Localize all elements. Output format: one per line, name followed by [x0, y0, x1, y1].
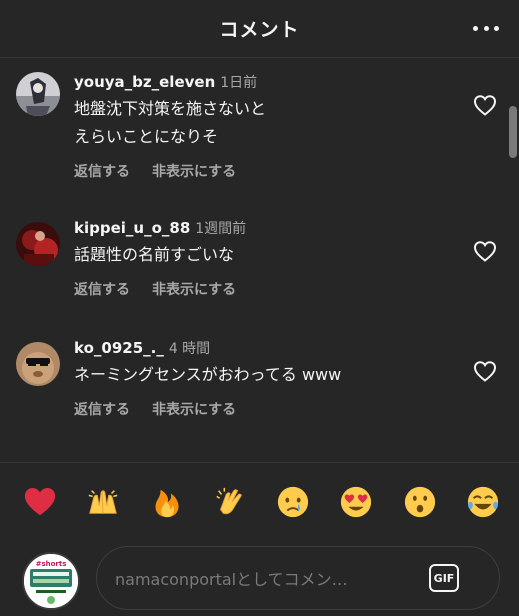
avatar[interactable]	[16, 222, 60, 266]
page-title: コメント	[219, 19, 300, 41]
heart-eyes-icon[interactable]	[338, 484, 374, 520]
crying-face-icon[interactable]	[275, 484, 311, 520]
tears-of-joy-icon[interactable]	[465, 484, 501, 520]
gif-button[interactable]: GIF	[429, 564, 459, 592]
more-options-icon[interactable]	[473, 18, 499, 38]
header: コメント	[0, 0, 519, 58]
username[interactable]: kippei_u_o_88	[74, 219, 190, 237]
avatar-hashtag: #shorts	[36, 560, 67, 568]
avatar[interactable]	[16, 342, 60, 386]
username[interactable]: youya_bz_eleven	[74, 73, 215, 91]
hide-button[interactable]: 非表示にする	[152, 161, 236, 181]
comment-text: 地盤沈下対策を施さないと えらいことになりそ	[74, 99, 267, 146]
raising-hands-icon[interactable]	[85, 484, 121, 520]
surprised-face-icon[interactable]	[402, 484, 438, 520]
comment-composer: #shorts GIF	[0, 540, 519, 616]
username[interactable]: ko_0925_._	[74, 339, 164, 357]
red-heart-icon[interactable]	[22, 484, 58, 520]
timestamp: 4 時間	[168, 341, 211, 357]
heart-icon[interactable]	[473, 94, 497, 116]
timestamp: 1日前	[220, 75, 258, 91]
comment-input-wrapper: GIF	[96, 546, 500, 610]
my-avatar[interactable]: #shorts	[22, 552, 80, 610]
scrollbar[interactable]	[509, 106, 517, 158]
comment-list[interactable]: youya_bz_eleven 1日前 地盤沈下対策を施さないと えらいことになり…	[0, 58, 519, 462]
avatar[interactable]	[16, 72, 60, 116]
comment-input[interactable]	[113, 561, 417, 597]
reply-button[interactable]: 返信する	[74, 279, 130, 299]
comment-text: 話題性の名前すごいな	[74, 245, 235, 264]
reply-button[interactable]: 返信する	[74, 399, 130, 419]
comment-text: ネーミングセンスがおわってる www	[74, 365, 342, 384]
timestamp: 1週間前	[195, 221, 247, 237]
hide-button[interactable]: 非表示にする	[152, 279, 236, 299]
reply-button[interactable]: 返信する	[74, 161, 130, 181]
heart-icon[interactable]	[473, 240, 497, 262]
emoji-bar	[0, 462, 519, 540]
heart-icon[interactable]	[473, 360, 497, 382]
clapping-hands-icon[interactable]	[212, 484, 248, 520]
fire-icon[interactable]	[149, 484, 185, 520]
hide-button[interactable]: 非表示にする	[152, 399, 236, 419]
